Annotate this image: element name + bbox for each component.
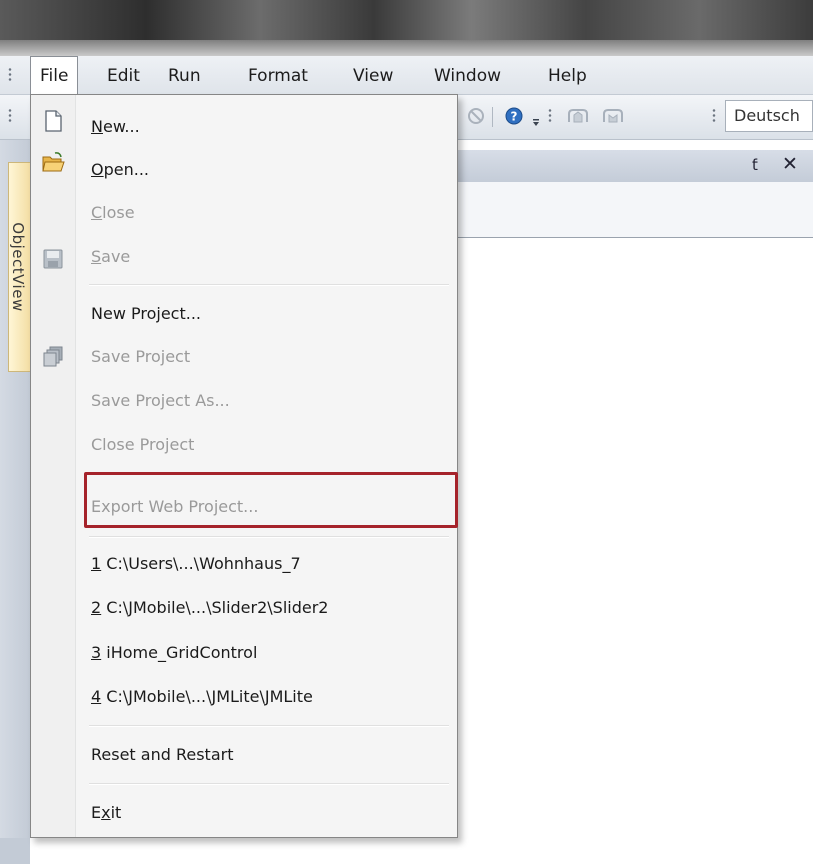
svg-text:?: ?: [511, 110, 518, 124]
toolbar-separator: [492, 107, 493, 127]
new-document-icon: [45, 110, 62, 132]
menu-item-exit[interactable]: Exit: [91, 803, 121, 822]
menu-item-recent-4[interactable]: 4 C:\JMobile\...\JMLite\JMLite: [91, 687, 313, 706]
undo-icon[interactable]: [565, 106, 591, 126]
menu-separator: [89, 536, 449, 538]
disabled-tool-icon[interactable]: [466, 106, 486, 126]
file-menu-dropdown: New... Open... Close Save New Project...…: [30, 94, 458, 838]
menu-icon-gutter: [31, 95, 76, 837]
menu-item-recent-3[interactable]: 3 iHome_GridControl: [91, 643, 257, 662]
menu-help[interactable]: Help: [540, 64, 595, 88]
toolbar-grip-2[interactable]: [548, 108, 552, 124]
menu-item-recent-2[interactable]: 2 C:\JMobile\...\Slider2\Slider2: [91, 598, 328, 617]
menu-item-save[interactable]: Save: [91, 247, 130, 266]
menu-item-save-project-as[interactable]: Save Project As...: [91, 391, 230, 410]
menu-item-open[interactable]: Open...: [91, 160, 149, 179]
menu-separator: [89, 725, 449, 727]
menu-item-new-project[interactable]: New Project...: [91, 304, 201, 323]
toolbar-overflow-icon[interactable]: [531, 109, 541, 129]
toolbar-grip[interactable]: [8, 108, 12, 124]
objectview-label: ObjectView: [9, 222, 27, 312]
menu-item-close[interactable]: Close: [91, 203, 135, 222]
menu-window[interactable]: Window: [426, 64, 509, 88]
menu-bar: File Edit Run Format View Window Help: [0, 56, 813, 95]
window-title-bar: [0, 0, 813, 56]
save-project-icon: [43, 346, 63, 367]
open-folder-icon: [42, 152, 65, 172]
menu-item-new[interactable]: New...: [91, 117, 140, 136]
menu-format[interactable]: Format: [240, 64, 316, 88]
pin-icon[interactable]: ƭ: [752, 156, 758, 174]
menu-edit[interactable]: Edit: [99, 64, 148, 88]
menu-item-reset-restart[interactable]: Reset and Restart: [91, 745, 233, 764]
menu-separator: [89, 284, 449, 286]
menu-separator: [89, 783, 449, 785]
menubar-grip[interactable]: [8, 67, 12, 83]
menu-item-recent-1[interactable]: 1 C:\Users\...\Wohnhaus_7: [91, 554, 301, 573]
menu-view[interactable]: View: [345, 64, 401, 88]
help-icon[interactable]: ?: [504, 106, 524, 126]
menu-item-close-project[interactable]: Close Project: [91, 435, 194, 454]
menu-item-save-project[interactable]: Save Project: [91, 347, 190, 366]
highlight-annotation: [84, 472, 458, 528]
language-select[interactable]: Deutsch: [725, 100, 813, 132]
save-icon: [43, 249, 63, 269]
redo-icon[interactable]: [600, 106, 626, 126]
toolbar-grip-3[interactable]: [712, 108, 716, 124]
menu-run[interactable]: Run: [160, 64, 209, 88]
dock-corner: [0, 838, 30, 864]
close-icon[interactable]: ✕: [782, 153, 798, 175]
menu-file[interactable]: File: [30, 56, 79, 94]
